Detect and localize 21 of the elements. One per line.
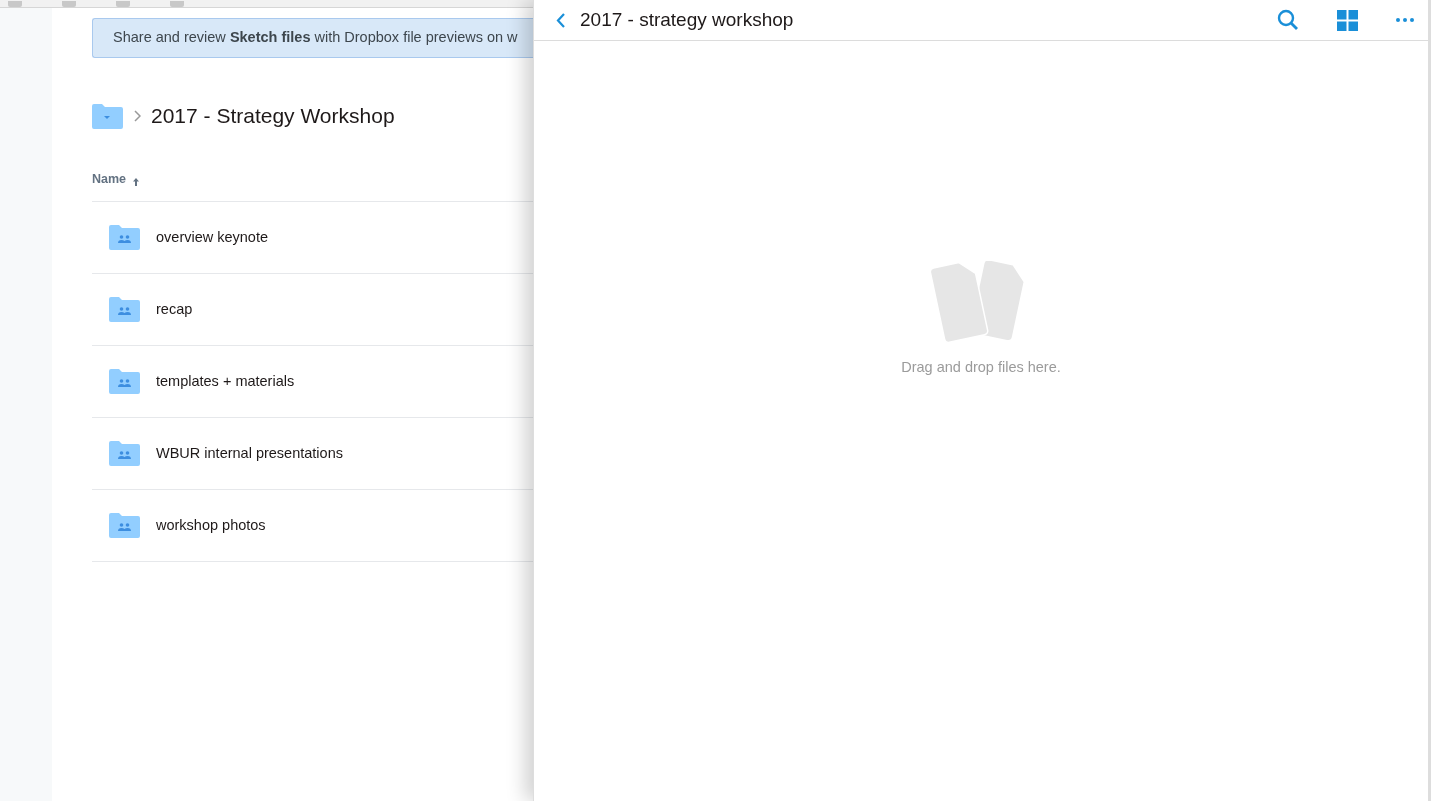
shared-folder-icon	[109, 369, 140, 394]
column-header[interactable]: Name	[92, 170, 127, 189]
empty-message: Drag and drop files here.	[901, 358, 1061, 377]
shared-folder-icon	[109, 297, 140, 322]
sort-arrow-icon[interactable]	[132, 176, 141, 186]
banner-message: Share and review Sketch files with Dropbox file previews on w	[113, 28, 518, 48]
folder-name[interactable]: workshop photos	[156, 514, 266, 537]
shared-folder-icon	[109, 441, 140, 466]
folder-name[interactable]: WBUR internal presentations	[156, 442, 343, 465]
shared-folder-icon	[109, 513, 140, 538]
chevron-right-icon	[133, 110, 141, 122]
folder-name[interactable]: templates + materials	[156, 370, 295, 393]
more-icon[interactable]	[1396, 18, 1414, 22]
panel-title: 2017 - strategy workshop	[580, 7, 795, 32]
grid-view-icon[interactable]	[1337, 9, 1358, 31]
shared-folder-icon	[109, 225, 140, 250]
back-icon[interactable]	[556, 11, 566, 29]
folder-name[interactable]: recap	[156, 298, 193, 321]
folder-title: 2017 - Strategy Workshop	[151, 103, 395, 130]
folder-name[interactable]: overview keynote	[156, 226, 269, 249]
search-icon[interactable]	[1277, 9, 1299, 31]
